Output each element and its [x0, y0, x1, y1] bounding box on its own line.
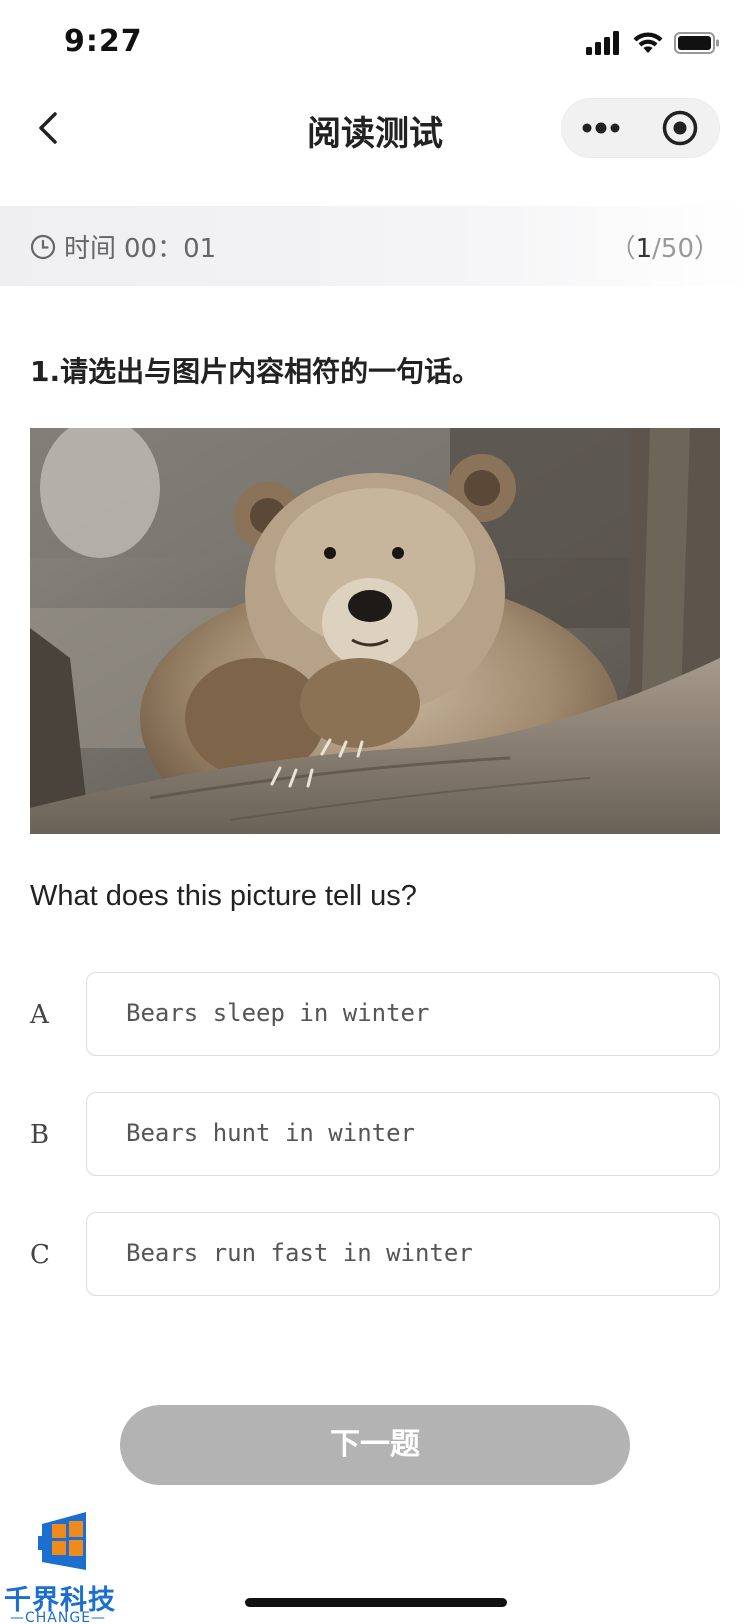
option-letter: C — [30, 1240, 50, 1270]
option-letter: B — [30, 1120, 50, 1150]
watermark-logo: 千界科技 —CHANGE— — [0, 1510, 130, 1624]
watermark-sub: —CHANGE— — [10, 1610, 107, 1624]
home-indicator — [245, 1598, 507, 1607]
nav-bar: 阅读测试 — [0, 88, 750, 178]
option-letter: A — [30, 1000, 49, 1030]
battery-icon — [674, 31, 720, 59]
option-text: Bears hunt in winter — [126, 1119, 415, 1147]
question-text: What does this picture tell us? — [30, 880, 417, 912]
timer-label: 时间 — [64, 234, 117, 264]
status-icons — [586, 30, 720, 60]
progress-open: （ — [609, 234, 636, 264]
option-a-button[interactable]: Bears sleep in winter — [86, 972, 720, 1056]
timer-bar: 时间 00：01 （1/50） — [0, 206, 750, 286]
more-button[interactable] — [562, 98, 641, 158]
bear-illustration — [30, 428, 720, 834]
option-c-button[interactable]: Bears run fast in winter — [86, 1212, 720, 1296]
question-title: 1.请选出与图片内容相符的一句话。 — [30, 355, 481, 388]
status-time: 9:27 — [64, 24, 143, 59]
next-question-button[interactable]: 下一题 — [120, 1405, 630, 1485]
more-dots-icon — [582, 122, 620, 134]
wifi-icon — [632, 31, 664, 59]
option-a: A Bears sleep in winter — [30, 972, 720, 1056]
status-bar: 9:27 — [0, 0, 750, 88]
option-c: C Bears run fast in winter — [30, 1212, 720, 1296]
option-b: B Bears hunt in winter — [30, 1092, 720, 1176]
close-miniprogram-button[interactable] — [641, 98, 720, 158]
clock-icon — [30, 234, 56, 259]
timer-value: 00：01 — [124, 234, 217, 264]
mini-program-capsule — [561, 98, 720, 158]
progress-total: /50） — [652, 234, 720, 264]
timer: 时间 00：01 — [30, 228, 216, 265]
target-circle-icon — [662, 110, 697, 146]
question-progress: （1/50） — [610, 228, 720, 265]
signal-icon — [586, 31, 622, 59]
logo-icon — [38, 1512, 86, 1570]
progress-current: 1 — [635, 234, 653, 264]
option-text: Bears sleep in winter — [126, 999, 430, 1027]
option-b-button[interactable]: Bears hunt in winter — [86, 1092, 720, 1176]
bear-photo — [30, 428, 720, 834]
option-text: Bears run fast in winter — [126, 1239, 473, 1267]
